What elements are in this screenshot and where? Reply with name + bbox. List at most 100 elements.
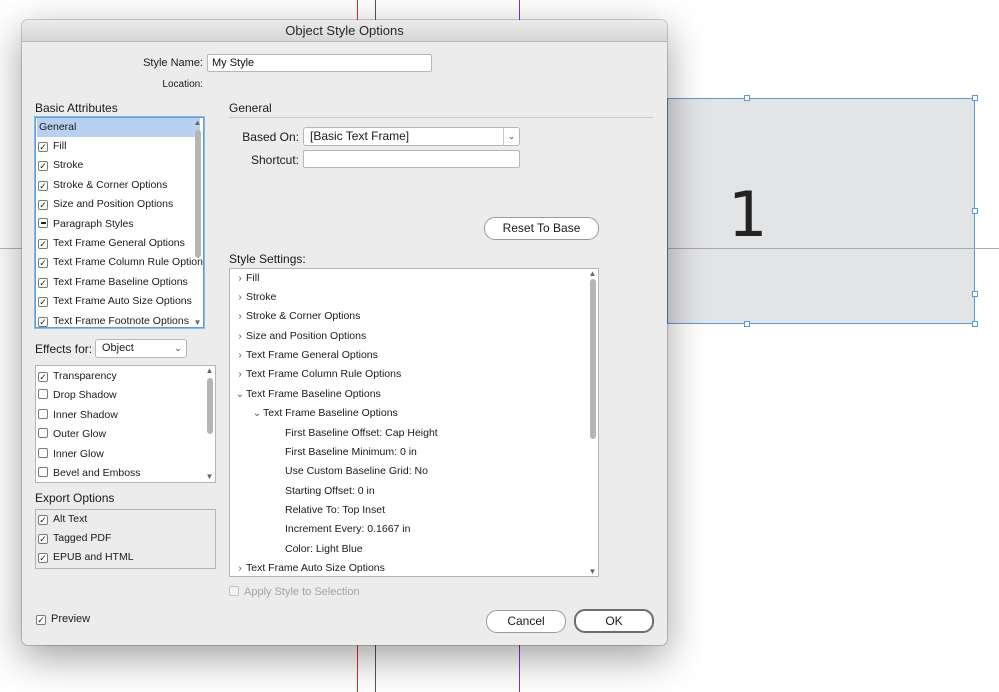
chevron-right-icon[interactable]: › [234,559,246,576]
list-item-drop-shadow[interactable]: Drop Shadow [38,386,117,405]
cancel-button[interactable]: Cancel [486,610,566,633]
checkbox-tagged-pdf[interactable]: ✓ [38,534,48,544]
list-item-paragraph-styles[interactable]: Paragraph Styles [38,215,134,234]
preview-checkbox[interactable]: ✓ [36,615,46,625]
scroll-up-icon[interactable]: ▲ [587,269,598,278]
list-item-tagged-pdf[interactable]: ✓ Tagged PDF [38,529,111,548]
list-item-inner-shadow[interactable]: Inner Shadow [38,406,118,425]
checkbox-tf-baseline[interactable]: ✓ [38,278,48,288]
chevron-right-icon[interactable]: › [234,288,246,307]
tree-row-fill[interactable]: › Fill [234,269,259,288]
tree-row-size-position[interactable]: › Size and Position Options [234,327,366,346]
shortcut-input[interactable] [303,150,520,168]
tree-row-stroke-corner[interactable]: › Stroke & Corner Options [234,307,360,326]
list-item-alt-text[interactable]: ✓ Alt Text [38,510,87,529]
list-item-tf-baseline[interactable]: ✓ Text Frame Baseline Options [38,273,188,292]
list-item-general[interactable]: General [37,118,200,137]
checkbox-tf-footnote[interactable]: ✓ [38,317,48,327]
checkbox-drop-shadow[interactable] [38,389,48,399]
tree-row-tf-general[interactable]: › Text Frame General Options [234,346,378,365]
checkbox-fill[interactable]: ✓ [38,142,48,152]
frame-handle-bottom-right[interactable] [972,321,978,327]
checkbox-tf-general[interactable]: ✓ [38,239,48,249]
list-item-stroke[interactable]: ✓ Stroke [38,156,83,175]
checkbox-tf-auto-size[interactable]: ✓ [38,297,48,307]
chevron-right-icon[interactable]: › [234,307,246,326]
checkbox-tf-column-rule[interactable]: ✓ [38,258,48,268]
chevron-down-icon[interactable]: ⌄ [234,385,246,404]
list-item-tf-auto-size[interactable]: ✓ Text Frame Auto Size Options [38,292,192,311]
style-settings-scrollbar[interactable]: ▲ ▼ [587,269,598,576]
effects-list[interactable]: ✓ Transparency Drop Shadow Inner Shadow O… [35,365,216,483]
style-name-input[interactable]: My Style [207,54,432,72]
list-item-label: Text Frame General Options [53,237,185,249]
tree-row-label: Increment Every: 0.1667 in [285,523,411,535]
chevron-right-icon[interactable]: › [234,327,246,346]
export-options-list[interactable]: ✓ Alt Text ✓ Tagged PDF ✓ EPUB and HTML [35,509,216,569]
apply-style-row[interactable]: Apply Style to Selection [229,586,360,598]
preview-row[interactable]: ✓ Preview [36,613,90,625]
text-frame[interactable] [667,98,975,324]
frame-handle-bottom-mid[interactable] [744,321,750,327]
scroll-down-icon[interactable]: ▼ [587,567,598,576]
style-settings-tree[interactable]: › Fill › Stroke › Stroke & Corner Options ›… [229,268,599,577]
list-item-epub-html[interactable]: ✓ EPUB and HTML [38,548,134,567]
checkbox-paragraph-styles[interactable] [38,218,48,228]
list-item-label: General [39,121,77,133]
chevron-right-icon[interactable]: › [234,346,246,365]
tree-row-label: Text Frame Baseline Options [246,388,381,400]
list-item-tf-footnote[interactable]: ✓ Text Frame Footnote Options [38,312,189,327]
chevron-down-icon[interactable]: ⌄ [251,404,263,423]
list-item-label: Outer Glow [53,428,107,440]
ok-button[interactable]: OK [574,609,654,633]
checkbox-outer-glow[interactable] [38,428,48,438]
tree-row-setting: Increment Every: 0.1667 in [285,520,410,539]
checkbox-stroke[interactable]: ✓ [38,161,48,171]
scroll-up-icon[interactable]: ▲ [192,118,203,127]
frame-handle-top-mid[interactable] [744,95,750,101]
scroll-thumb[interactable] [590,279,596,439]
basic-attributes-scrollbar[interactable]: ▲ ▼ [192,118,203,327]
list-item-transparency[interactable]: ✓ Transparency [38,367,117,386]
tree-row-tf-auto-size[interactable]: › Text Frame Auto Size Options [234,559,385,576]
scroll-down-icon[interactable]: ▼ [204,472,215,481]
basic-attributes-list[interactable]: General ✓ Fill ✓ Stroke ✓ Stroke & Corner O… [35,117,204,328]
tree-row-stroke[interactable]: › Stroke [234,288,276,307]
checkbox-bevel-emboss[interactable] [38,467,48,477]
checkbox-size-position[interactable]: ✓ [38,200,48,210]
list-item-fill[interactable]: ✓ Fill [38,137,66,156]
tree-row-tf-baseline-sub[interactable]: ⌄ Text Frame Baseline Options [251,404,398,423]
list-item-tf-column-rule[interactable]: ✓ Text Frame Column Rule Options [38,253,203,272]
tree-row-tf-baseline[interactable]: ⌄ Text Frame Baseline Options [234,385,381,404]
list-item-inner-glow[interactable]: Inner Glow [38,445,104,464]
frame-handle-top-right[interactable] [972,95,978,101]
scroll-up-icon[interactable]: ▲ [204,366,215,375]
scroll-thumb[interactable] [195,130,201,258]
based-on-select[interactable]: [Basic Text Frame] ⌄ [303,127,520,146]
list-item-bevel-emboss[interactable]: Bevel and Emboss [38,464,141,482]
frame-handle-right-lower[interactable] [972,291,978,297]
apply-style-checkbox[interactable] [229,586,239,596]
list-item-stroke-corner[interactable]: ✓ Stroke & Corner Options [38,176,167,195]
tree-row-label: First Baseline Minimum: 0 in [285,446,417,458]
scroll-thumb[interactable] [207,378,213,434]
tree-row-label: Starting Offset: 0 in [285,485,375,497]
effects-for-select[interactable]: Object ⌄ [95,339,187,358]
reset-to-base-button[interactable]: Reset To Base [484,217,599,240]
scroll-down-icon[interactable]: ▼ [192,318,203,327]
tree-row-tf-column-rule[interactable]: › Text Frame Column Rule Options [234,365,401,384]
checkbox-epub-html[interactable]: ✓ [38,553,48,563]
checkbox-inner-shadow[interactable] [38,409,48,419]
checkbox-alt-text[interactable]: ✓ [38,515,48,525]
checkbox-stroke-corner[interactable]: ✓ [38,181,48,191]
list-item-tf-general[interactable]: ✓ Text Frame General Options [38,234,185,253]
based-on-label: Based On: [242,130,299,144]
effects-scrollbar[interactable]: ▲ ▼ [204,366,215,482]
chevron-right-icon[interactable]: › [234,365,246,384]
list-item-size-position[interactable]: ✓ Size and Position Options [38,195,173,214]
frame-handle-right-mid[interactable] [972,208,978,214]
list-item-outer-glow[interactable]: Outer Glow [38,425,106,444]
chevron-right-icon[interactable]: › [234,269,246,288]
checkbox-inner-glow[interactable] [38,448,48,458]
checkbox-transparency[interactable]: ✓ [38,372,48,382]
